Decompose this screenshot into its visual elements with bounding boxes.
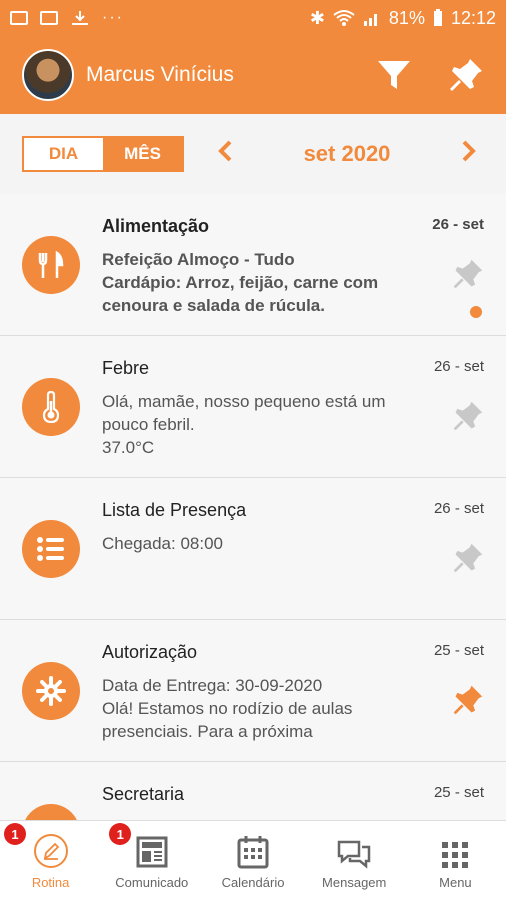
- nav-comunicado[interactable]: 1 Comunicado: [101, 821, 202, 900]
- card-title: Alimentação: [102, 216, 210, 236]
- filter-icon[interactable]: [376, 57, 412, 93]
- card-title: Secretaria: [102, 784, 185, 804]
- pin-toggle-icon[interactable]: [452, 542, 484, 574]
- status-bar: ··· ✱ 81% 12:12: [0, 0, 506, 36]
- unread-dot: [470, 306, 482, 318]
- notification-badge: 1: [4, 823, 26, 845]
- battery-level: 81%: [388, 7, 425, 28]
- card-date: 26 - set: [432, 216, 484, 233]
- card-body-line: presenciais. Para a próxima: [102, 722, 313, 741]
- card-body: Refeição Almoço - Tudo Cardápio: Arroz, …: [102, 248, 412, 317]
- card-body-line: cenoura e salada de rúcula.: [102, 296, 325, 315]
- card-body-line: Refeição Almoço - Tudo: [102, 250, 295, 269]
- day-month-toggle: DIA MÊS: [22, 136, 184, 172]
- grid-icon: [442, 842, 469, 868]
- thermometer-icon: [22, 378, 80, 436]
- nav-menu[interactable]: Menu: [405, 821, 506, 900]
- card-date: 25 - set: [433, 642, 484, 659]
- fork-knife-icon: [22, 236, 80, 294]
- card-date: 26 - set: [433, 500, 484, 517]
- routine-feed[interactable]: Alimentação 26 - set Refeição Almoço - T…: [0, 194, 506, 820]
- card-date: 25 - set: [433, 784, 484, 801]
- card-body-line: Olá, mamãe, nosso pequeno está um: [102, 392, 386, 411]
- chat-icon: [337, 840, 371, 869]
- period-selector: DIA MÊS set 2020: [0, 114, 506, 194]
- chevron-right-icon: [462, 140, 476, 162]
- pin-toggle-icon[interactable]: [452, 400, 484, 432]
- gallery-notification-icon: [10, 11, 28, 25]
- nav-label: Rotina: [31, 875, 70, 890]
- card-body: Data de Entrega: 30-09-2020 Olá! Estamos…: [102, 674, 412, 743]
- clock: 12:12: [450, 7, 496, 28]
- previous-period-button[interactable]: [210, 137, 240, 171]
- bottom-navigation: 1 Rotina 1 Comunicado Calendário Mensage…: [0, 820, 506, 900]
- secretary-icon: [22, 804, 80, 820]
- nav-calendario[interactable]: Calendário: [202, 821, 303, 900]
- pin-toggle-icon[interactable]: [452, 258, 484, 290]
- next-period-button[interactable]: [454, 137, 484, 171]
- newspaper-icon: [136, 836, 168, 868]
- feed-card-alimentacao[interactable]: Alimentação 26 - set Refeição Almoço - T…: [0, 194, 506, 336]
- notification-badge: 1: [109, 823, 132, 845]
- card-title: Autorização: [102, 642, 198, 662]
- feed-card-secretaria[interactable]: Secretaria 25 - set: [0, 762, 506, 820]
- avatar[interactable]: [22, 49, 74, 101]
- bluetooth-icon: ✱: [309, 7, 325, 28]
- calendar-icon: [237, 836, 269, 869]
- signal-icon: [363, 14, 377, 26]
- gear-icon: [22, 662, 80, 720]
- card-body-line: pouco febril.: [102, 415, 195, 434]
- image-notification-icon: [40, 11, 58, 25]
- card-date: 26 - set: [433, 358, 484, 375]
- nav-rotina[interactable]: 1 Rotina: [0, 821, 101, 900]
- card-title: Febre: [102, 358, 150, 378]
- battery-icon: [433, 9, 442, 26]
- card-body-line: Olá! Estamos no rodízio de aulas: [102, 699, 353, 718]
- wifi-icon: [333, 10, 355, 26]
- user-name[interactable]: Marcus Vinícius: [86, 63, 234, 87]
- pencil-icon: [33, 834, 68, 868]
- nav-label: Comunicado: [115, 875, 189, 890]
- card-body-line: Data de Entrega: 30-09-2020: [102, 676, 323, 695]
- day-toggle-button[interactable]: DIA: [24, 138, 103, 170]
- app-bar: Marcus Vinícius: [0, 36, 506, 114]
- list-icon: [22, 520, 80, 578]
- card-body-line: Cardápio: Arroz, feijão, carne com: [102, 273, 379, 292]
- card-body: Olá, mamãe, nosso pequeno está um pouco …: [102, 390, 412, 459]
- nav-mensagem[interactable]: Mensagem: [304, 821, 405, 900]
- feed-card-autorizacao[interactable]: Autorização 25 - set Data de Entrega: 30…: [0, 620, 506, 762]
- feed-card-febre[interactable]: Febre 26 - set Olá, mamãe, nosso pequeno…: [0, 336, 506, 478]
- nav-label: Calendário: [221, 875, 285, 890]
- card-body-line: Chegada: 08:00: [102, 534, 223, 553]
- feed-card-lista-presenca[interactable]: Lista de Presença 26 - set Chegada: 08:0…: [0, 478, 506, 620]
- period-label: set 2020: [303, 141, 391, 166]
- card-title: Lista de Presença: [102, 500, 247, 520]
- nav-label: Menu: [439, 875, 472, 890]
- chevron-left-icon: [218, 140, 232, 162]
- pin-toggle-icon-active[interactable]: [452, 684, 484, 716]
- more-notifications-icon: ···: [102, 9, 124, 26]
- card-body: Chegada: 08:00: [102, 532, 412, 555]
- card-body-line: 37.0°C: [102, 438, 155, 457]
- month-toggle-button[interactable]: MÊS: [103, 138, 182, 170]
- nav-label: Mensagem: [322, 875, 387, 890]
- download-notification-icon: [72, 11, 88, 25]
- pin-icon[interactable]: [448, 57, 484, 93]
